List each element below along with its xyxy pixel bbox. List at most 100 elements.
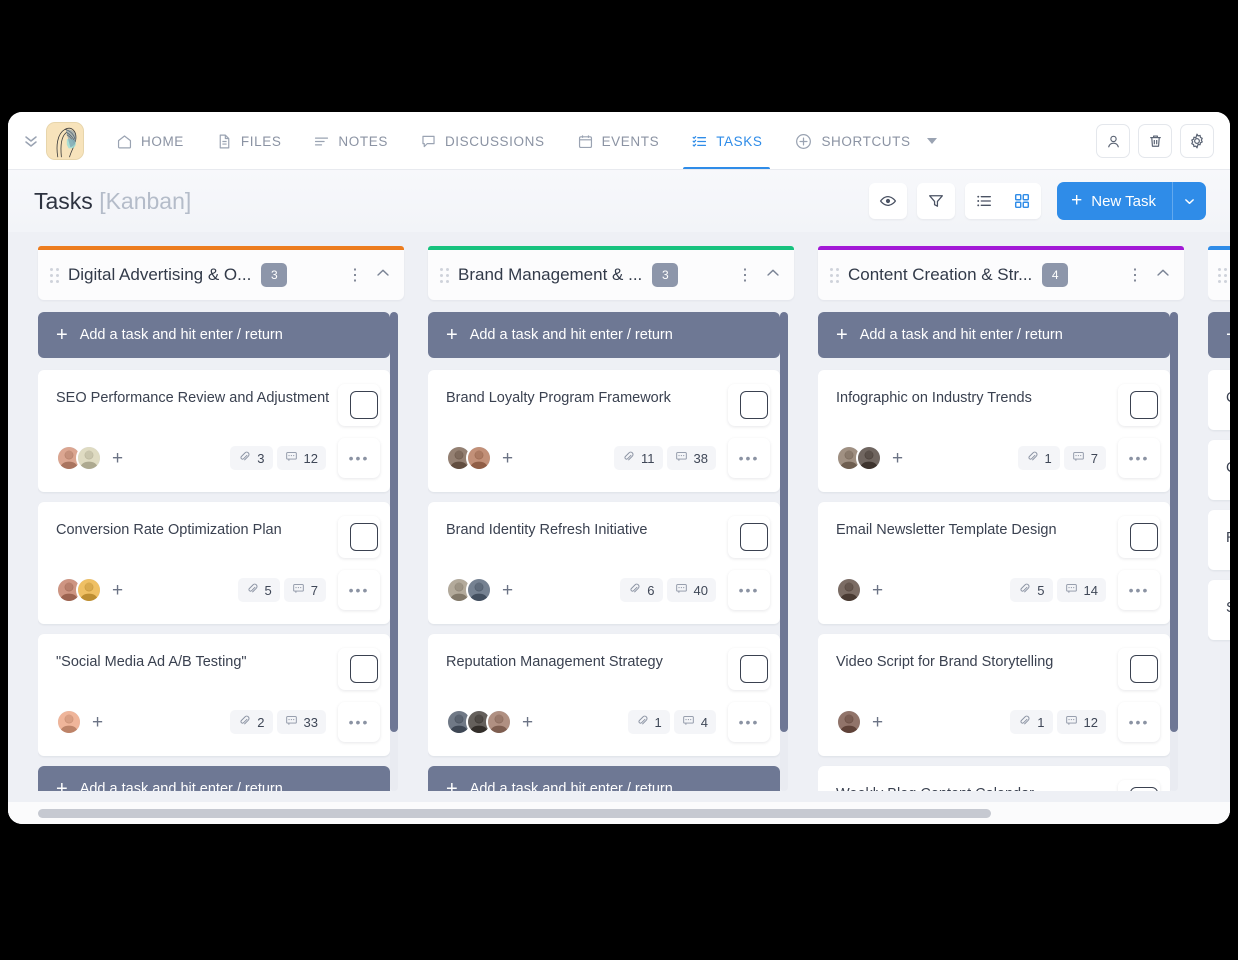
column-menu-icon[interactable]: ⋮ (339, 265, 372, 285)
list-view-icon[interactable] (965, 183, 1004, 219)
task-card[interactable]: Video Script for Brand Storytelling +1 12 •… (818, 634, 1170, 756)
column-menu-icon[interactable]: ⋮ (729, 265, 762, 285)
task-complete-checkbox[interactable] (740, 391, 768, 419)
eye-icon[interactable] (869, 183, 908, 219)
avatar[interactable] (76, 577, 102, 603)
task-complete-checkbox-wrap[interactable] (728, 516, 770, 558)
nav-item-tasks[interactable]: TASKS (675, 112, 778, 170)
attachment-count-chip[interactable]: 3 (230, 446, 273, 470)
comment-count-chip[interactable]: 14 (1056, 578, 1106, 602)
task-menu-icon[interactable]: ••• (1118, 570, 1160, 610)
board-horizontal-scroll-thumb[interactable] (38, 808, 991, 818)
column-scrollbar-thumb[interactable] (1170, 312, 1178, 732)
filter-icon[interactable] (917, 183, 956, 219)
shortcuts-caret-down-icon[interactable] (926, 138, 937, 144)
task-complete-checkbox[interactable] (1130, 787, 1158, 791)
gear-icon[interactable] (1180, 124, 1214, 158)
trash-icon[interactable] (1138, 124, 1172, 158)
task-card[interactable]: SEO Performance Review and Adjustment +3 1… (38, 370, 390, 492)
task-complete-checkbox-wrap[interactable] (1118, 648, 1160, 690)
comment-count-chip[interactable]: 40 (666, 578, 716, 602)
comment-count-chip[interactable]: 7 (1063, 446, 1106, 470)
column-drag-handle[interactable] (828, 266, 840, 284)
add-task-input-top[interactable]: +Add a task and hit enter / return (818, 312, 1170, 358)
add-assignee-icon[interactable]: + (892, 449, 903, 468)
task-card[interactable]: Reputation Management Strategy +1 4 ••• (428, 634, 780, 756)
task-complete-checkbox-wrap[interactable] (1118, 516, 1160, 558)
collapse-sidebar-icon[interactable] (18, 123, 44, 159)
task-complete-checkbox-wrap[interactable] (728, 648, 770, 690)
task-menu-icon[interactable]: ••• (338, 438, 380, 478)
attachment-count-chip[interactable]: 5 (1010, 578, 1053, 602)
task-complete-checkbox[interactable] (350, 523, 378, 551)
task-card[interactable]: Brand Loyalty Program Framework +11 38 ••• (428, 370, 780, 492)
avatar[interactable] (76, 445, 102, 471)
task-complete-checkbox[interactable] (350, 391, 378, 419)
avatar[interactable] (56, 709, 82, 735)
attachment-count-chip[interactable]: 11 (614, 446, 663, 470)
task-complete-checkbox-wrap[interactable] (338, 648, 380, 690)
column-drag-handle[interactable] (438, 266, 450, 284)
task-card[interactable]: Conversion Rate Optimization Plan +5 7 ••• (38, 502, 390, 624)
column-collapse-chevron-icon[interactable] (762, 264, 782, 287)
add-assignee-icon[interactable]: + (502, 449, 513, 468)
task-complete-checkbox[interactable] (740, 655, 768, 683)
task-card[interactable]: "Social Media Ad A/B Testing" +2 33 ••• (38, 634, 390, 756)
add-task-input-top[interactable]: +Add a task and hit enter / return (38, 312, 390, 358)
nav-item-notes[interactable]: NOTES (297, 112, 404, 170)
comment-count-chip[interactable]: 12 (276, 446, 326, 470)
task-complete-checkbox[interactable] (1130, 523, 1158, 551)
board-horizontal-scrollbar[interactable] (8, 802, 1230, 824)
task-menu-icon[interactable]: ••• (728, 438, 770, 478)
task-menu-icon[interactable]: ••• (338, 702, 380, 742)
task-menu-icon[interactable]: ••• (338, 570, 380, 610)
task-complete-checkbox-wrap[interactable] (338, 384, 380, 426)
grid-view-icon[interactable] (1003, 183, 1042, 219)
task-card[interactable]: C (1208, 440, 1230, 500)
add-assignee-icon[interactable]: + (502, 581, 513, 600)
add-task-input-bottom[interactable]: + Add a task and hit enter / return (38, 766, 390, 791)
column-scrollbar-thumb[interactable] (390, 312, 398, 732)
nav-item-shortcuts[interactable]: SHORTCUTS (778, 112, 952, 170)
add-assignee-icon[interactable]: + (112, 581, 123, 600)
attachment-count-chip[interactable]: 2 (230, 710, 273, 734)
comment-count-chip[interactable]: 33 (276, 710, 326, 734)
nav-item-events[interactable]: EVENTS (561, 112, 676, 170)
new-task-button[interactable]: + New Task (1057, 182, 1206, 220)
column-collapse-chevron-icon[interactable] (1152, 264, 1172, 287)
task-card[interactable]: Brand Identity Refresh Initiative +6 40 ••• (428, 502, 780, 624)
task-card[interactable]: Infographic on Industry Trends +1 7 ••• (818, 370, 1170, 492)
task-complete-checkbox-wrap[interactable] (728, 384, 770, 426)
attachment-count-chip[interactable]: 1 (1017, 446, 1060, 470)
new-task-dropdown-toggle[interactable] (1172, 182, 1206, 220)
comment-count-chip[interactable]: 12 (1056, 710, 1106, 734)
task-card[interactable]: S (1208, 580, 1230, 640)
nav-item-discussions[interactable]: DISCUSSIONS (404, 112, 561, 170)
task-card[interactable]: Email Newsletter Template Design +5 14 ••• (818, 502, 1170, 624)
add-task-input-bottom[interactable]: + Add a task and hit enter / return (428, 766, 780, 791)
comment-count-chip[interactable]: 4 (673, 710, 716, 734)
person-icon[interactable] (1096, 124, 1130, 158)
avatar[interactable] (486, 709, 512, 735)
attachment-count-chip[interactable]: 6 (620, 578, 663, 602)
add-task-input-top[interactable]: +Add a task and hit enter / return (428, 312, 780, 358)
task-card[interactable]: R (1208, 510, 1230, 570)
attachment-count-chip[interactable]: 5 (237, 578, 280, 602)
avatar[interactable] (856, 445, 882, 471)
task-complete-checkbox-wrap[interactable] (1118, 780, 1160, 791)
task-complete-checkbox-wrap[interactable] (1118, 384, 1160, 426)
avatar[interactable] (466, 445, 492, 471)
task-card[interactable]: Weekly Blog Content Calendar (818, 766, 1170, 791)
avatar[interactable] (836, 709, 862, 735)
add-assignee-icon[interactable]: + (92, 713, 103, 732)
add-assignee-icon[interactable]: + (522, 713, 533, 732)
task-complete-checkbox[interactable] (350, 655, 378, 683)
task-complete-checkbox[interactable] (1130, 655, 1158, 683)
add-assignee-icon[interactable]: + (872, 713, 883, 732)
comment-count-chip[interactable]: 38 (666, 446, 716, 470)
column-scrollbar-thumb[interactable] (780, 312, 788, 732)
task-complete-checkbox[interactable] (740, 523, 768, 551)
add-task-input-top[interactable]: +Add a task and hit enter / return (1208, 312, 1230, 358)
task-complete-checkbox-wrap[interactable] (338, 516, 380, 558)
avatar[interactable] (466, 577, 492, 603)
